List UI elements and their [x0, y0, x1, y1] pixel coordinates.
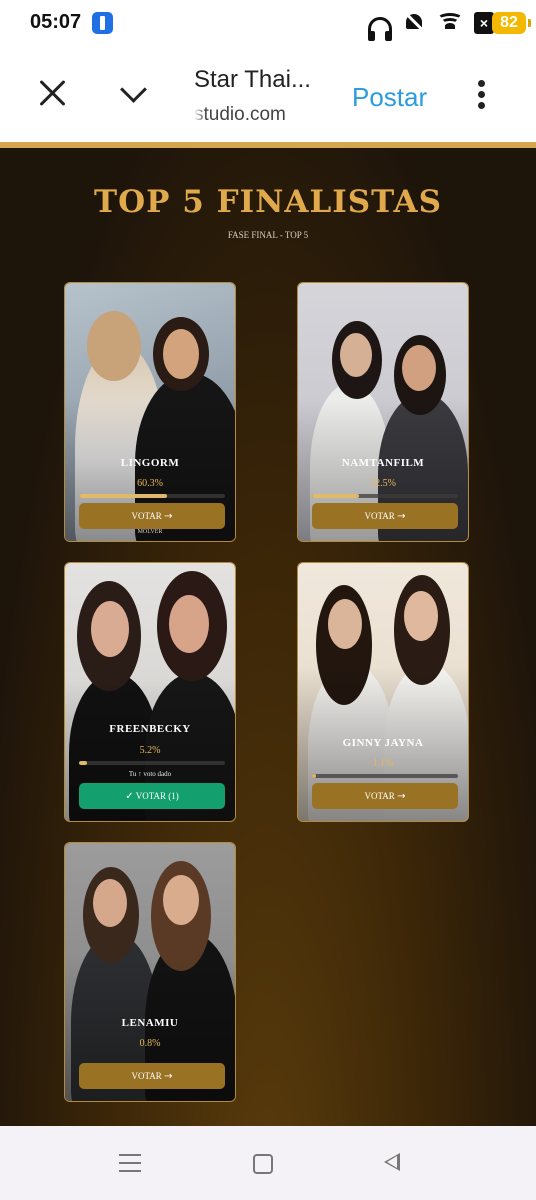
vote-button-label: VOTAR — [131, 511, 162, 521]
arrow-right-icon: → — [397, 511, 406, 522]
check-icon: ✓ — [125, 791, 134, 802]
vote-percentage: 5.2% — [139, 745, 161, 756]
finalist-name: LENAMIU — [121, 1017, 179, 1029]
vote-progress-fill — [312, 494, 360, 498]
home-icon[interactable] — [253, 1154, 273, 1174]
more-vert-icon[interactable] — [478, 80, 486, 110]
clock: 05:07 — [30, 11, 82, 33]
vote-button[interactable]: VOTAR → — [312, 503, 458, 529]
system-nav-bar — [0, 1126, 536, 1200]
arrow-right-icon: → — [164, 1071, 173, 1082]
finalist-card: NAMTANFILM 32.5% VOTAR → — [297, 282, 469, 542]
arrow-right-icon: → — [397, 791, 406, 802]
page-url: studio.com — [194, 104, 286, 125]
wifi-icon — [436, 11, 464, 35]
vote-progress-bar — [312, 494, 458, 498]
back-icon[interactable] — [384, 1153, 400, 1171]
vote-button-label: VOTAR — [364, 791, 395, 801]
vote-progress-bar — [312, 774, 458, 778]
vote-button-label: VOTAR (1) — [135, 791, 179, 801]
bell-off-icon — [402, 11, 426, 35]
close-icon[interactable] — [38, 78, 68, 108]
vote-progress-bar — [79, 494, 225, 498]
vote-progress-fill — [312, 774, 317, 778]
vote-progress-fill — [79, 761, 87, 765]
vote-button[interactable]: VOTAR → — [79, 503, 225, 529]
finalist-card: LINGORM 60.3% VOTAR → MOLVER — [64, 282, 236, 542]
vote-percentage: 32.5% — [370, 478, 396, 489]
battery-icon: 82 — [492, 12, 531, 34]
chevron-down-icon[interactable] — [118, 80, 150, 104]
sim-off-icon: × — [474, 12, 494, 34]
status-icons: × — [368, 10, 494, 41]
vote-button-label: VOTAR — [364, 511, 395, 521]
finalist-card: FREENBECKY 5.2% Tu ↑ voto dado ✓ VOTAR (… — [64, 562, 236, 822]
url-fade — [194, 102, 206, 126]
section-title: TOP 5 FINALISTAS — [94, 184, 442, 220]
finalist-card: LENAMIU 0.8% VOTAR → — [64, 842, 236, 1102]
vote-button-label: VOTAR — [131, 1071, 162, 1081]
headphones-icon — [368, 17, 392, 41]
vote-percentage: 1.1% — [372, 758, 394, 769]
vote-button[interactable]: ✓ VOTAR (1) — [79, 783, 225, 809]
voted-note: Tu ↑ voto dado — [128, 770, 172, 778]
recents-icon[interactable] — [119, 1154, 141, 1172]
card-footnote: MOLVER — [137, 529, 163, 535]
finalist-name: FREENBECKY — [109, 723, 191, 735]
vote-percentage: 60.3% — [137, 478, 163, 489]
browser-toolbar: Star Thai... studio.com Postar — [0, 46, 536, 142]
finalist-name: NAMTANFILM — [341, 457, 425, 469]
vote-button[interactable]: VOTAR → — [79, 1063, 225, 1089]
web-content: TOP 5 FINALISTAS FASE FINAL - TOP 5 LING… — [0, 148, 536, 1126]
vote-percentage: 0.8% — [139, 1038, 161, 1049]
vote-button[interactable]: VOTAR → — [312, 783, 458, 809]
finalist-name: GINNY JAYNA — [342, 737, 424, 749]
page-title: Star Thai... — [194, 66, 311, 93]
finalist-card: GINNY JAYNA 1.1% VOTAR → — [297, 562, 469, 822]
flashlight-icon — [92, 12, 113, 34]
post-button[interactable]: Postar — [352, 82, 427, 113]
status-bar: 05:07 × 82 — [0, 0, 536, 46]
finalist-name: LINGORM — [120, 457, 180, 469]
vote-progress-bar — [79, 761, 225, 765]
arrow-right-icon: → — [164, 511, 173, 522]
section-subtitle: FASE FINAL - TOP 5 — [227, 230, 309, 240]
vote-progress-fill — [79, 494, 168, 498]
